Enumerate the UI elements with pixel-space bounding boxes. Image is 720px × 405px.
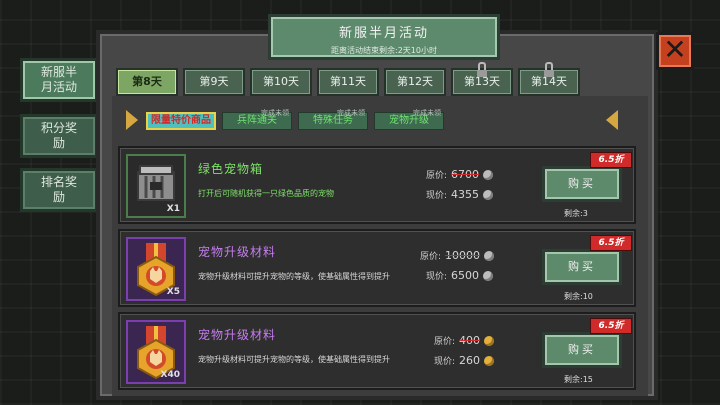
tab-day-11[interactable]: 第11天: [317, 68, 379, 96]
countdown-text: 距离活动结束剩余:2天10小时: [331, 46, 437, 55]
tab-day-12[interactable]: 第12天: [384, 68, 446, 96]
item-icon-frame: X5: [126, 237, 186, 301]
shop-item: X5 宠物升级材料 宠物升级材料可提升宠物的等级，使基础属性得到提升 原价: 1…: [118, 229, 636, 307]
title-banner: 新服半月活动 距离活动结束剩余:2天10小时: [268, 14, 500, 60]
item-desc: 宠物升级材料可提升宠物的等级，使基础属性得到提升: [198, 272, 390, 281]
current-price-value: 4355: [451, 188, 480, 201]
stock-remaining: 剩余:10: [564, 292, 593, 301]
current-price-label: 现价:: [426, 191, 448, 201]
item-count: X5: [166, 287, 180, 297]
buy-button[interactable]: 购买: [542, 249, 622, 285]
close-button[interactable]: ✕: [656, 32, 694, 70]
subtab-battle[interactable]: 完成未领 兵阵通关: [222, 109, 292, 130]
lock-icon: [477, 62, 487, 77]
tab-day-13[interactable]: 第13天: [451, 62, 513, 96]
current-price-value: 6500: [451, 269, 480, 282]
original-price-value: 6700: [451, 168, 480, 181]
tab-day-9[interactable]: 第9天: [183, 68, 245, 96]
item-count: X40: [160, 370, 180, 380]
item-name: 绿色宠物箱: [198, 162, 264, 176]
original-price-value: 10000: [445, 249, 481, 262]
item-count: X1: [166, 204, 180, 214]
page-title: 新服半月活动: [338, 26, 429, 41]
stock-remaining: 剩余:15: [564, 375, 593, 384]
original-price-value: 400: [459, 334, 481, 347]
stock-remaining: 剩余:3: [564, 209, 588, 218]
arrow-left-icon[interactable]: [126, 110, 138, 130]
original-price-label: 原价:: [434, 337, 456, 347]
gold-coin-icon: [484, 355, 495, 366]
close-icon: ✕: [663, 33, 687, 66]
shop-item: X40 宠物升级材料 宠物升级材料可提升宠物的等级，使基础属性得到提升 原价: …: [118, 312, 636, 390]
discount-badge: 6.5折: [590, 152, 632, 168]
arrow-left-icon-right[interactable]: [606, 110, 618, 130]
item-icon-frame: X1: [126, 154, 186, 218]
subtab-badge: 完成未领: [337, 109, 365, 117]
shop-item: X1 绿色宠物箱 打开后可随机获得一只绿色品质的宠物 原价: 6700 现价: …: [118, 146, 636, 224]
silver-coin-icon: [484, 250, 495, 261]
side-button-event[interactable]: 新服半 月活动: [20, 58, 98, 102]
discount-badge: 6.5折: [590, 235, 632, 251]
silver-coin-icon: [483, 270, 494, 281]
silver-coin-icon: [483, 189, 494, 200]
subtab-badge: 完成未领: [261, 109, 289, 117]
original-price-label: 原价:: [426, 171, 448, 181]
current-price-value: 260: [459, 354, 481, 367]
original-price: 原价: 400: [434, 334, 495, 347]
current-price: 现价: 6500: [426, 269, 494, 282]
lock-icon: [544, 62, 554, 77]
tab-day-8[interactable]: 第8天: [116, 68, 178, 96]
subtab-special-task[interactable]: 完成未领 特殊任务: [298, 109, 368, 130]
current-price-label: 现价:: [434, 357, 456, 367]
current-price: 现价: 4355: [426, 188, 494, 201]
side-button-rank-reward[interactable]: 排名奖 励: [20, 168, 98, 212]
item-name: 宠物升级材料: [198, 245, 277, 259]
gold-coin-icon: [484, 335, 495, 346]
item-desc: 打开后可随机获得一只绿色品质的宠物: [198, 189, 334, 198]
current-price-label: 现价:: [426, 272, 448, 282]
original-price: 原价: 10000: [420, 249, 495, 262]
item-icon-frame: X40: [126, 320, 186, 384]
subtab-limited-sale[interactable]: 限量特价商品: [146, 112, 216, 130]
item-name: 宠物升级材料: [198, 328, 277, 342]
silver-coin-icon: [483, 169, 494, 180]
subtab-label: 限量特价商品: [151, 115, 211, 126]
discount-badge: 6.5折: [590, 318, 632, 334]
original-price-label: 原价:: [420, 252, 442, 262]
item-desc: 宠物升级材料可提升宠物的等级，使基础属性得到提升: [198, 355, 390, 364]
buy-button[interactable]: 购买: [542, 166, 622, 202]
tab-day-14[interactable]: 第14天: [518, 62, 580, 96]
original-price: 原价: 6700: [426, 168, 494, 181]
side-button-points-reward[interactable]: 积分奖 励: [20, 114, 98, 158]
current-price: 现价: 260: [434, 354, 495, 367]
buy-button[interactable]: 购买: [542, 332, 622, 368]
tab-day-10[interactable]: 第10天: [250, 68, 312, 96]
subtab-badge: 完成未领: [413, 109, 441, 117]
subtab-pet-upgrade[interactable]: 完成未领 宠物升级: [374, 109, 444, 130]
